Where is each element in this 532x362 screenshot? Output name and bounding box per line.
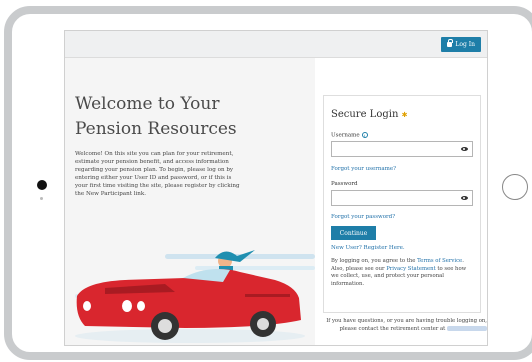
login-title-text: Secure Login <box>331 109 399 120</box>
page-title-line1: Welcome to Your <box>75 94 220 114</box>
forgot-username-link[interactable]: Forgot your username? <box>331 166 396 172</box>
lock-icon <box>447 39 454 47</box>
welcome-paragraph: Welcome! On this site you can plan for y… <box>75 151 240 197</box>
welcome-panel: Welcome to Your Pension Resources Welcom… <box>65 58 315 345</box>
password-label: Password <box>331 181 358 187</box>
sensor-icon <box>40 197 43 200</box>
forgot-password-link[interactable]: Forgot your password? <box>331 214 395 220</box>
page-title-line2: Pension Resources <box>75 119 237 139</box>
terms-text: By logging on, you agree to the Terms of… <box>331 258 473 288</box>
terms-of-service-link[interactable]: Terms of Service <box>417 258 462 264</box>
login-button-label: Log In <box>455 41 475 48</box>
help-line1: If you have questions, or you are having… <box>326 318 487 324</box>
register-link[interactable]: New User? Register Here. <box>331 245 405 251</box>
redacted-phone <box>447 325 487 331</box>
red-car-illustration <box>75 250 315 343</box>
required-icon: ✱ <box>401 111 408 119</box>
eye-icon[interactable] <box>461 147 468 151</box>
username-input[interactable] <box>331 141 473 157</box>
info-icon[interactable]: i <box>361 132 368 138</box>
screen: Log In Welcome to Your Pension Resources… <box>64 30 488 346</box>
privacy-statement-link[interactable]: Privacy Statement <box>386 266 435 272</box>
login-button[interactable]: Log In <box>441 37 481 52</box>
home-button[interactable] <box>502 174 528 200</box>
top-bar: Log In <box>65 31 487 58</box>
eye-icon[interactable] <box>461 196 468 200</box>
continue-button[interactable]: Continue <box>331 226 376 240</box>
camera-icon <box>37 180 47 190</box>
help-line2-text: please contact the retirement center at <box>339 325 446 332</box>
terms-part1: By logging on, you agree to the <box>331 258 418 264</box>
password-input[interactable] <box>331 190 473 206</box>
help-line2: please contact the retirement center at <box>315 325 487 334</box>
login-title: Secure Login ✱ <box>331 109 407 120</box>
help-text: If you have questions, or you are having… <box>315 318 487 333</box>
username-label-text: Username <box>331 132 360 139</box>
page-title: Welcome to Your Pension Resources <box>75 92 310 142</box>
username-label: Username i <box>331 132 368 139</box>
login-card: Secure Login ✱ Username i Forgot your use… <box>323 95 481 313</box>
